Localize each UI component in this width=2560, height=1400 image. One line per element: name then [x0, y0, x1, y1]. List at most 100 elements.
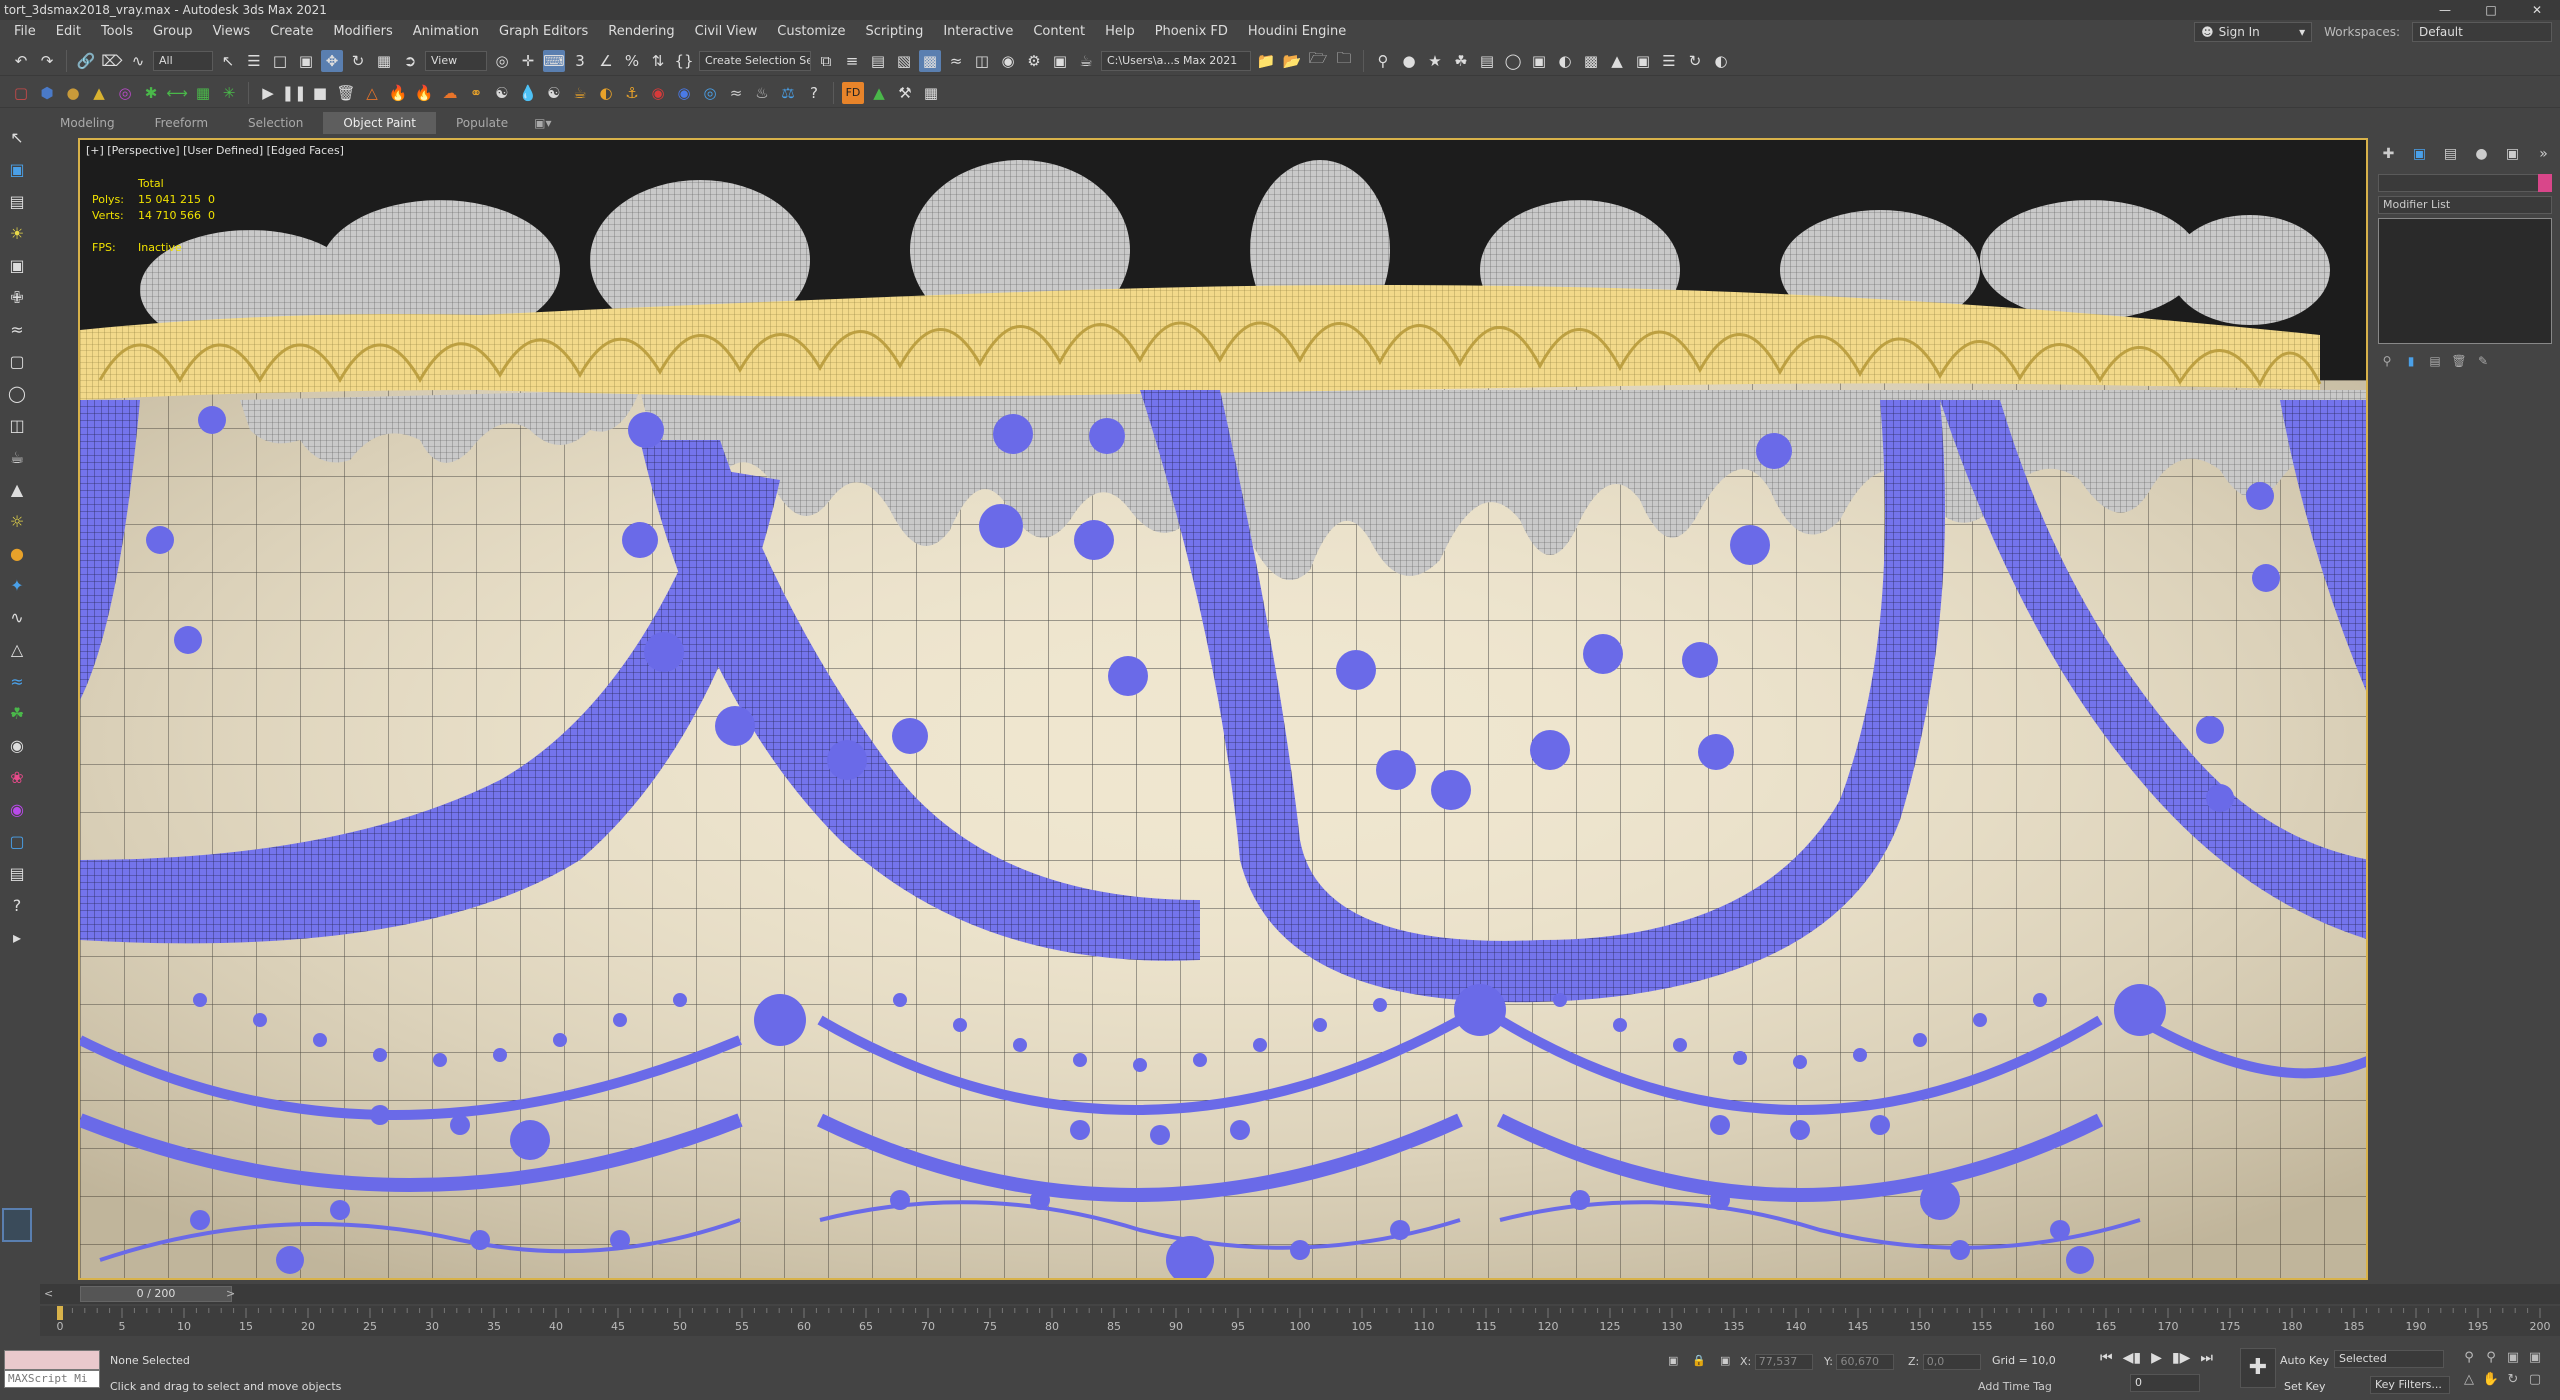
close-button[interactable]: ✕: [2514, 0, 2560, 20]
menu-edit[interactable]: Edit: [46, 20, 91, 44]
scatter-icon[interactable]: ◉: [6, 734, 28, 756]
remove-modifier-icon[interactable]: 🗑: [2450, 354, 2468, 372]
cone-icon[interactable]: ▲: [88, 82, 110, 104]
menu-phoenix-fd[interactable]: Phoenix FD: [1145, 20, 1238, 44]
fire-source-icon[interactable]: △: [361, 82, 383, 104]
redo-icon[interactable]: ↷: [36, 50, 58, 72]
auto-key-button[interactable]: Auto Key: [2280, 1354, 2329, 1367]
ocean-icon[interactable]: ☯: [543, 82, 565, 104]
zoom-icon[interactable]: ⚲: [2460, 1350, 2478, 1368]
grid-icon[interactable]: ▦: [192, 82, 214, 104]
modifier-list-dropdown[interactable]: Modifier List: [2378, 196, 2552, 214]
pan-icon[interactable]: ✋: [2482, 1372, 2500, 1390]
menu-animation[interactable]: Animation: [403, 20, 489, 44]
show-end-result-icon[interactable]: ▮: [2402, 354, 2420, 372]
vray-material-icon[interactable]: ◐: [1554, 50, 1576, 72]
material-editor-icon[interactable]: ◉: [997, 50, 1019, 72]
object-color-swatch[interactable]: [2538, 174, 2552, 192]
fire-icon[interactable]: 🔥: [387, 82, 409, 104]
absolute-mode-icon[interactable]: ▣: [1720, 1354, 1730, 1367]
spacewarps-icon[interactable]: ≈: [6, 318, 28, 340]
tree-icon[interactable]: ✱: [140, 82, 162, 104]
vray-sphere-icon[interactable]: ◯: [1502, 50, 1524, 72]
selection-filter-dropdown[interactable]: All: [153, 50, 213, 71]
menu-modifiers[interactable]: Modifiers: [323, 20, 402, 44]
select-and-place-icon[interactable]: ➲: [399, 50, 421, 72]
reference-coordinate-dropdown[interactable]: View: [425, 50, 487, 71]
bind-space-warp-icon[interactable]: ∿: [127, 50, 149, 72]
forest-icon[interactable]: ▲: [868, 82, 890, 104]
cube-icon[interactable]: ⬢: [36, 82, 58, 104]
sign-in-dropdown[interactable]: ☻ Sign In ▾: [2194, 22, 2313, 42]
track-bar[interactable]: 0 5 10 15 20 25 30 35 40 45 50 55 60 65 70 75 80 85 90 95 10…: [40, 1306, 2560, 1336]
particles-icon[interactable]: ✦: [6, 574, 28, 596]
menu-interactive[interactable]: Interactive: [933, 20, 1023, 44]
project-folder-icon[interactable]: 📁: [1255, 50, 1277, 72]
vray-icon[interactable]: ▢: [6, 830, 28, 852]
lights-icon[interactable]: ☀: [6, 222, 28, 244]
geometry-box-icon[interactable]: ▢: [6, 350, 28, 372]
vray-camera-icon[interactable]: ▣: [1528, 50, 1550, 72]
tab-populate[interactable]: Populate: [436, 112, 528, 134]
curve-editor-icon[interactable]: ≈: [945, 50, 967, 72]
trash-icon[interactable]: 🗑: [335, 82, 357, 104]
batch-icon[interactable]: ▤: [6, 862, 28, 884]
maximize-button[interactable]: □: [2468, 0, 2514, 20]
tab-selection[interactable]: Selection: [228, 112, 323, 134]
tab-object-paint[interactable]: Object Paint: [323, 112, 436, 134]
pin-stack-icon[interactable]: ⚲: [2378, 354, 2396, 372]
ship-icon[interactable]: ⚓: [621, 82, 643, 104]
window-crossing-icon[interactable]: ▣: [295, 50, 317, 72]
toggle-ribbon-icon[interactable]: ▩: [919, 49, 941, 72]
render-elements-icon[interactable]: ◉: [6, 798, 28, 820]
go-to-start-icon[interactable]: ⏮: [2100, 1350, 2113, 1366]
question-icon[interactable]: ?: [6, 894, 28, 916]
viewport-label[interactable]: [+] [Perspective] [User Defined] [Edged …: [86, 144, 344, 157]
globe-icon[interactable]: ◎: [699, 82, 721, 104]
select-and-move-icon[interactable]: ✥: [321, 49, 343, 72]
workspaces-dropdown[interactable]: Default: [2412, 22, 2552, 42]
object-name-field[interactable]: [2378, 174, 2552, 192]
create-tab-icon[interactable]: ✚: [2378, 146, 2399, 162]
configure-sets-icon[interactable]: ✎: [2474, 354, 2492, 372]
torus-icon[interactable]: ◎: [114, 82, 136, 104]
tools-icon[interactable]: ⚒: [894, 82, 916, 104]
helpers-icon[interactable]: ✙: [6, 286, 28, 308]
menu-civil-view[interactable]: Civil View: [685, 20, 768, 44]
link-icon[interactable]: 🔗: [75, 50, 97, 72]
environment-icon[interactable]: ●: [6, 542, 28, 564]
x-field[interactable]: 77,537: [1754, 1354, 1813, 1370]
vray-toggle-icon[interactable]: ↻: [1684, 50, 1706, 72]
undo-icon[interactable]: ↶: [10, 50, 32, 72]
z-field[interactable]: 0,0: [1922, 1354, 1981, 1370]
rectangular-selection-icon[interactable]: □: [269, 50, 291, 72]
current-frame-marker[interactable]: [57, 1306, 63, 1320]
sun-icon[interactable]: ☼: [6, 510, 28, 532]
menu-customize[interactable]: Customize: [767, 20, 855, 44]
next-frame-icon[interactable]: ▮▶: [2172, 1350, 2190, 1366]
geometry-teapot-icon[interactable]: ☕: [6, 446, 28, 468]
align-icon[interactable]: ≡: [841, 50, 863, 72]
time-slider-prev-icon[interactable]: <: [44, 1287, 53, 1300]
time-slider-thumb[interactable]: 0 / 200: [80, 1286, 232, 1302]
go-to-end-icon[interactable]: ⏭: [2200, 1350, 2213, 1366]
table-icon[interactable]: ▦: [920, 82, 942, 104]
foliage-icon[interactable]: ☘: [6, 702, 28, 724]
export-folder-icon[interactable]: 🗀: [1333, 49, 1355, 72]
selection-lock-icon[interactable]: 🔒: [1692, 1354, 1706, 1367]
keyboard-shortcut-override-icon[interactable]: ⌨: [543, 49, 565, 72]
previous-frame-icon[interactable]: ◀▮: [2123, 1350, 2141, 1366]
make-unique-icon[interactable]: ▤: [2426, 354, 2444, 372]
spinner-snap-icon[interactable]: ⇅: [647, 50, 669, 72]
modifier-stack[interactable]: [2378, 218, 2552, 344]
select-by-name-icon[interactable]: ☰: [243, 50, 265, 72]
toggle-scene-explorer-icon[interactable]: ▤: [867, 50, 889, 72]
menu-rendering[interactable]: Rendering: [598, 20, 684, 44]
orbit-icon[interactable]: ↻: [2504, 1372, 2522, 1390]
tab-modeling[interactable]: Modeling: [40, 112, 135, 134]
edit-named-selection-icon[interactable]: {}: [673, 50, 695, 72]
snaps-toggle-icon[interactable]: 3: [569, 50, 591, 72]
layer-explorer-icon[interactable]: ▤: [6, 190, 28, 212]
percent-snap-icon[interactable]: %: [621, 50, 643, 72]
menu-graph-editors[interactable]: Graph Editors: [489, 20, 598, 44]
